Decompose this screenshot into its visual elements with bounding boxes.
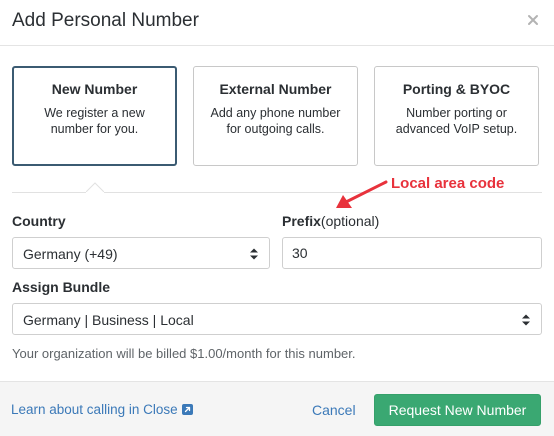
external-link-icon xyxy=(181,404,193,415)
option-description: Add any phone number for outgoing calls. xyxy=(210,106,341,136)
close-icon xyxy=(528,15,538,25)
modal-header: Add Personal Number xyxy=(0,0,554,46)
assign-bundle-select-value: Germany | Business | Local xyxy=(23,312,194,328)
option-description: Number porting or advanced VoIP setup. xyxy=(395,106,518,136)
cancel-button[interactable]: Cancel xyxy=(312,402,356,418)
option-new-number[interactable]: New Number We register a new number for … xyxy=(12,66,177,166)
option-porting-byoc[interactable]: Porting & BYOC Number porting or advance… xyxy=(374,66,539,166)
option-title: External Number xyxy=(219,81,332,97)
learn-link-text: Learn about calling in Close xyxy=(11,402,178,417)
option-external-number[interactable]: External Number Add any phone number for… xyxy=(193,66,358,166)
annotation-label: Local area code xyxy=(391,175,505,192)
assign-bundle-label: Assign Bundle xyxy=(12,279,111,295)
selected-option-pointer-icon xyxy=(86,182,104,200)
option-description: We register a new number for you. xyxy=(44,106,145,136)
annotation-arrow-icon xyxy=(336,180,388,208)
select-arrows-icon xyxy=(250,248,258,260)
learn-about-calling-link[interactable]: Learn about calling in Close xyxy=(11,402,193,417)
prefix-optional-hint: (optional) xyxy=(320,213,380,229)
request-new-number-button[interactable]: Request New Number xyxy=(374,394,541,426)
prefix-label: Prefix(optional) xyxy=(282,213,379,229)
option-title: New Number xyxy=(51,81,138,97)
modal-title: Add Personal Number xyxy=(12,10,199,31)
close-button[interactable] xyxy=(526,13,540,27)
assign-bundle-select[interactable]: Germany | Business | Local xyxy=(12,303,542,335)
prefix-input[interactable] xyxy=(282,237,542,269)
option-title: Porting & BYOC xyxy=(402,81,511,97)
country-select[interactable]: Germany (+49) xyxy=(12,237,270,269)
country-label: Country xyxy=(12,213,66,229)
modal-footer: Learn about calling in Close Cancel Requ… xyxy=(0,381,554,436)
select-arrows-icon xyxy=(522,314,530,326)
prefix-label-text: Prefix xyxy=(282,213,321,229)
billing-note: Your organization will be billed $1.00/m… xyxy=(12,346,356,361)
country-select-value: Germany (+49) xyxy=(23,246,118,262)
